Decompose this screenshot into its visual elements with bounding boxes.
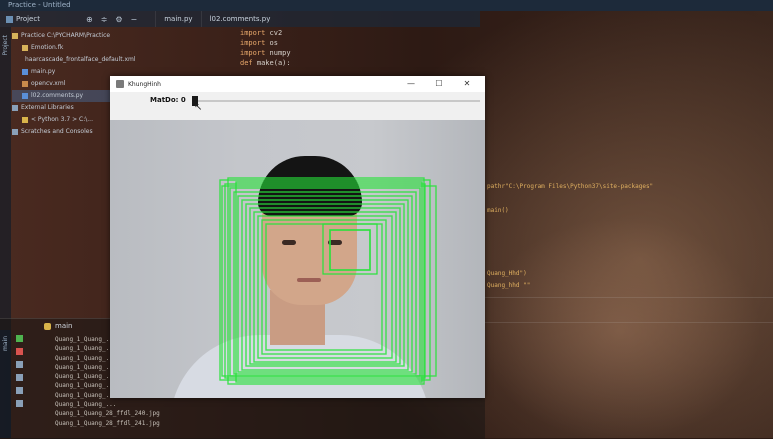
code-keyword: import: [240, 49, 266, 57]
editor-tab-main[interactable]: main.py: [155, 11, 200, 27]
code-line-right: Quang_hhd "": [487, 282, 531, 289]
tree-label: haarcascade_frontalface_default.xml: [25, 56, 136, 63]
divider: [485, 297, 773, 298]
code-line-right: Quang_Hhd"): [487, 270, 527, 277]
face-detection-box: [265, 223, 383, 351]
run-icon[interactable]: [16, 335, 23, 342]
bottom-strip-label[interactable]: main: [2, 336, 9, 351]
code-line: def make(a):: [240, 58, 291, 68]
code-line: import os: [240, 38, 291, 48]
python-file-icon: [22, 93, 28, 99]
trackbar: MatDo: 0 ↖: [110, 92, 485, 120]
eye-detection-box: [322, 223, 378, 275]
window-controls: — ☐ ✕: [397, 76, 481, 92]
divider: [485, 322, 773, 323]
window-app-icon: [116, 80, 124, 88]
run-header: main: [44, 322, 73, 330]
code-text: make(a):: [256, 59, 291, 67]
detection-overlay: [219, 177, 437, 385]
stop-icon[interactable]: [16, 348, 23, 355]
gear-icon[interactable]: ⚙: [115, 15, 122, 24]
project-tool-tab-label: Project: [16, 15, 40, 23]
camera-frame: [110, 120, 485, 398]
folder-icon: [22, 45, 28, 51]
code-keyword: def: [240, 59, 253, 67]
bottom-tool-strip: main: [0, 330, 11, 438]
face-detection-box: [224, 183, 426, 379]
sort-icon[interactable]: ≑: [101, 15, 108, 24]
folder-icon: [6, 15, 13, 23]
window-title-bar[interactable]: KhungHinh — ☐ ✕: [110, 76, 485, 92]
code-line-right: main(): [487, 207, 509, 214]
console-line: Quang_1_Quang_28_ffdl_241.jpg: [55, 419, 160, 427]
trackbar-track[interactable]: [192, 100, 480, 102]
close-button[interactable]: ✕: [453, 76, 481, 92]
target-icon[interactable]: ⊕: [86, 15, 93, 24]
python-icon: [44, 322, 51, 330]
tree-row-file[interactable]: main.py: [12, 66, 112, 78]
tree-row-file-selected[interactable]: l02.comments.py: [12, 90, 112, 102]
window-title: KhungHinh: [128, 80, 161, 88]
tree-label: opencv.xml: [31, 80, 66, 87]
ide-toolbar: Project ⊕ ≑ ⚙ − main.py l02.comments.py: [0, 11, 480, 27]
print-icon[interactable]: [16, 387, 23, 394]
side-strip-label[interactable]: Project: [2, 35, 9, 56]
eye-detection-box: [329, 229, 371, 271]
python-icon: [22, 117, 28, 123]
code-line-right: pathr"C:\Program Files\Python37\site-pac…: [487, 183, 654, 190]
code-line: import cv2: [240, 28, 291, 38]
code-editor[interactable]: import cv2 import os import numpy def ma…: [240, 28, 291, 68]
face-detection-box: [245, 203, 405, 367]
library-icon: [12, 105, 18, 111]
tree-label: main.py: [31, 68, 56, 75]
code-keyword: import: [240, 39, 266, 47]
toolbar-icons: ⊕ ≑ ⚙ −: [86, 15, 137, 24]
tree-row-libraries[interactable]: External Libraries: [12, 102, 112, 114]
tree-label: Emotion.fk: [31, 44, 64, 51]
run-tab-label[interactable]: main: [55, 322, 73, 330]
code-text: numpy: [269, 49, 291, 57]
tree-row-scratches[interactable]: Scratches and Consoles: [12, 126, 112, 138]
trash-icon[interactable]: [16, 400, 23, 407]
code-keyword: import: [240, 29, 266, 37]
folder-icon: [12, 33, 18, 39]
pause-icon[interactable]: [16, 361, 23, 368]
tree-label: < Python 3.7 > C:\...: [31, 116, 93, 123]
run-toolbar: [16, 335, 28, 407]
face-detection-box: [253, 211, 397, 363]
minimize-button[interactable]: —: [397, 76, 425, 92]
console-line: Quang_1_Quang_28_ffdl_240.jpg: [55, 410, 160, 418]
tree-row-file[interactable]: haarcascade_frontalface_default.xml: [12, 54, 136, 66]
maximize-button[interactable]: ☐: [425, 76, 453, 92]
wrap-icon[interactable]: [16, 374, 23, 381]
tree-label: l02.comments.py: [31, 92, 84, 99]
tree-label: External Libraries: [21, 104, 74, 111]
tree-label: Scratches and Consoles: [21, 128, 93, 135]
code-text: os: [269, 39, 278, 47]
project-tree: Practice C:\PYCHARM\Practice Emotion.fk …: [12, 30, 136, 138]
console-line: Quang_1_Quang_...: [55, 401, 117, 409]
scratches-icon: [12, 129, 18, 135]
minimize-panel-icon[interactable]: −: [131, 15, 138, 24]
mouse-cursor-icon: ↖: [194, 102, 203, 113]
tree-row-project[interactable]: Practice C:\PYCHARM\Practice: [12, 30, 112, 42]
python-file-icon: [22, 69, 28, 75]
xml-file-icon: [22, 81, 28, 87]
tree-label: Practice C:\PYCHARM\Practice: [21, 32, 111, 39]
opencv-window[interactable]: KhungHinh — ☐ ✕ MatDo: 0 ↖: [110, 76, 485, 398]
trackbar-label: MatDo: 0: [150, 96, 186, 104]
tree-row-file[interactable]: Emotion.fk: [12, 42, 112, 54]
editor-tab-comments[interactable]: l02.comments.py: [200, 11, 279, 27]
tree-row-python-sdk[interactable]: < Python 3.7 > C:\...: [12, 114, 112, 126]
ide-title-bar: Practice - Untitled: [0, 0, 773, 11]
editor-tabs: main.py l02.comments.py: [155, 11, 278, 27]
code-text: cv2: [269, 29, 283, 37]
face-detection-box: [257, 215, 393, 359]
tree-row-file[interactable]: opencv.xml: [12, 78, 112, 90]
code-line: import numpy: [240, 48, 291, 58]
face-detection-box: [241, 199, 409, 371]
face-detection-box: [261, 219, 387, 355]
project-tool-tab[interactable]: Project: [0, 11, 46, 27]
